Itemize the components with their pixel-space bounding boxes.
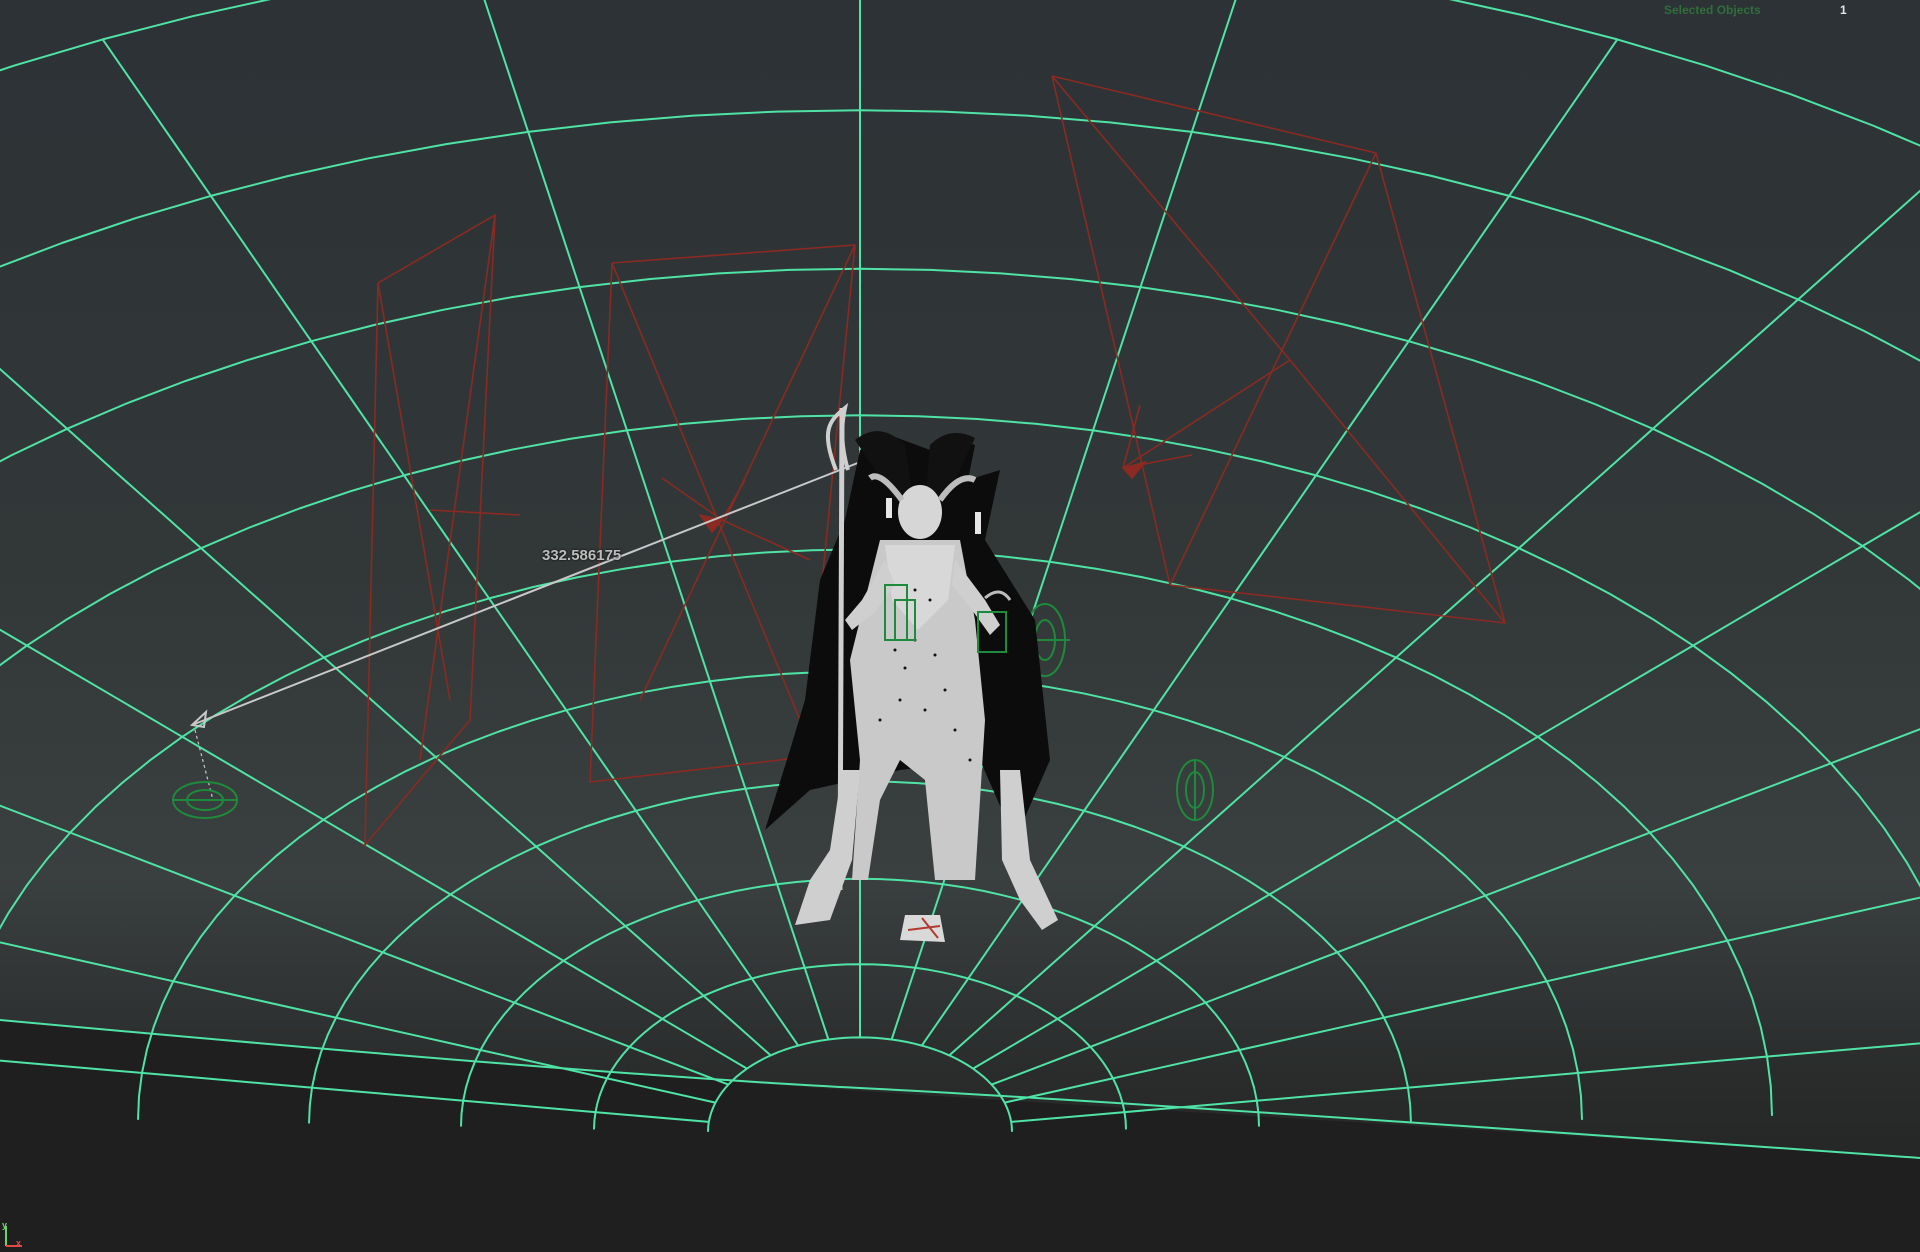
grid-spoke: [0, 367, 772, 1057]
light-locator-right[interactable]: [1176, 759, 1214, 821]
character-ornament-left: [886, 498, 892, 518]
3d-viewport[interactable]: 332.586175 Selected Objects 1 y x: [0, 0, 1920, 1252]
light-locator-left[interactable]: [172, 781, 238, 819]
grid-spoke: [1011, 1042, 1920, 1123]
axis-x-label: x: [16, 1238, 22, 1248]
character-ornament-right: [975, 512, 981, 534]
origin-marker[interactable]: [900, 915, 945, 942]
character-head: [898, 485, 942, 539]
axis-gizmo-icon: y x: [0, 1212, 40, 1252]
axis-y-label: y: [2, 1220, 8, 1230]
grid-spoke: [991, 728, 1920, 1086]
measure-distance-label: 332.586175: [542, 547, 622, 564]
character-model[interactable]: [765, 402, 1058, 930]
grid-spoke: [0, 804, 729, 1086]
grid-spoke: [1004, 896, 1920, 1104]
grid-spoke: [948, 189, 1920, 1057]
selected-objects-count: 1: [1840, 3, 1847, 17]
measure-distance-line[interactable]: [189, 449, 880, 801]
floor-shadow: [0, 1020, 1920, 1252]
scene-canvas[interactable]: [0, 0, 1920, 1252]
grid-spoke: [0, 628, 748, 1070]
selected-objects-label: Selected Objects: [1664, 3, 1761, 17]
